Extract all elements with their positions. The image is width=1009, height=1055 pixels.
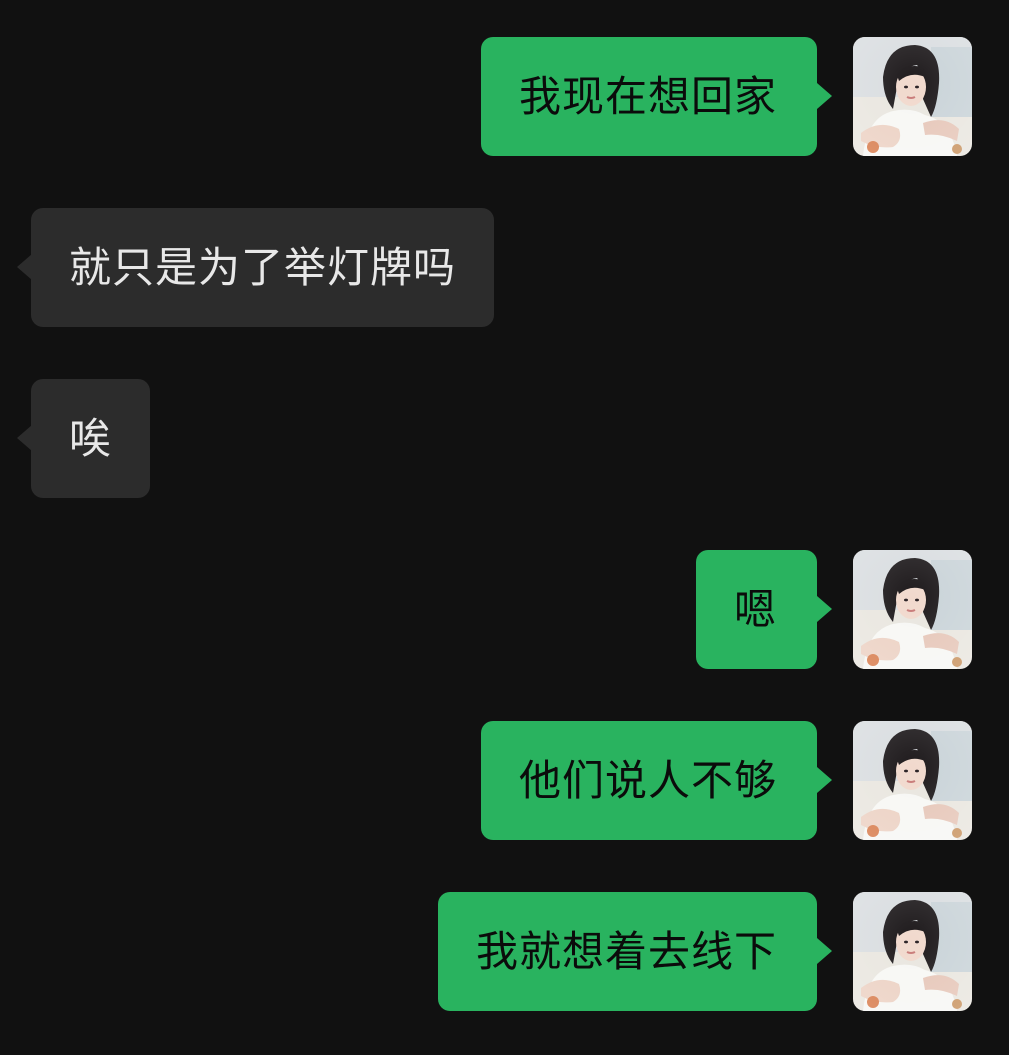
message-bubble-sent[interactable]: 我现在想回家 <box>480 37 817 156</box>
bubble-tail <box>17 254 32 280</box>
user-avatar[interactable] <box>853 721 972 840</box>
bubble-tail <box>817 938 832 964</box>
avatar-photo-icon <box>853 37 972 156</box>
message-bubble-sent[interactable]: 他们说人不够 <box>480 721 817 840</box>
avatar-photo-icon <box>853 892 972 1011</box>
message-text: 就只是为了举灯牌吗 <box>69 243 457 292</box>
message-text: 我现在想回家 <box>518 72 777 121</box>
bubble-tail <box>817 767 832 793</box>
message-bubble-sent[interactable]: 嗯 <box>695 550 817 669</box>
message-bubble-sent[interactable]: 我就想着去线下 <box>437 892 817 1011</box>
message-text: 唉 <box>69 414 113 463</box>
message-bubble-received[interactable]: 唉 <box>31 379 151 498</box>
avatar-photo-icon <box>853 721 972 840</box>
user-avatar[interactable] <box>853 892 972 1011</box>
bubble-tail <box>817 83 832 109</box>
message-text: 他们说人不够 <box>518 756 777 805</box>
avatar-photo-icon <box>853 550 972 669</box>
bubble-tail <box>17 425 32 451</box>
message-text: 我就想着去线下 <box>475 927 777 976</box>
bubble-tail <box>817 596 832 622</box>
message-text: 嗯 <box>733 585 777 634</box>
user-avatar[interactable] <box>853 37 972 156</box>
user-avatar[interactable] <box>853 550 972 669</box>
chat-view: 我现在想回家 就只是为了举灯牌吗 唉 嗯 他们说人不够 我就想着去线下 <box>0 0 1009 1055</box>
message-bubble-received[interactable]: 就只是为了举灯牌吗 <box>31 208 495 327</box>
